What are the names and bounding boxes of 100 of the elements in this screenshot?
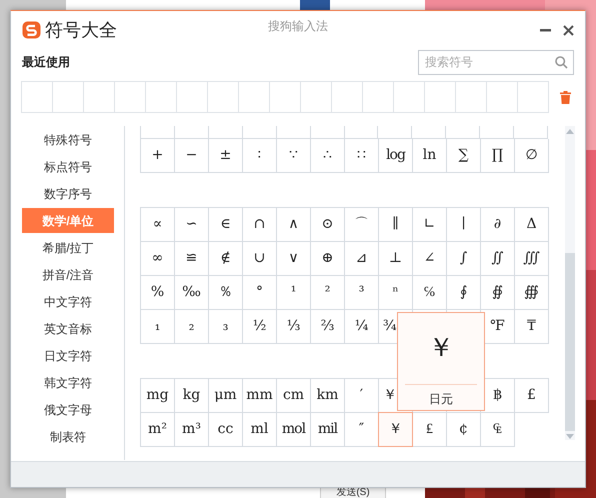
recent-slot[interactable] — [518, 82, 549, 113]
symbol-cell[interactable]: ½ — [243, 310, 277, 344]
category-item[interactable]: 标点符号 — [22, 154, 114, 179]
symbol-cell[interactable]: ⌒ — [345, 208, 379, 242]
symbol-cell[interactable]: m³ — [175, 413, 209, 447]
symbol-cell[interactable]: ≌ — [175, 242, 209, 276]
symbol-cell[interactable]: ∯ — [481, 276, 515, 310]
symbol-cell[interactable]: ∉ — [209, 242, 243, 276]
symbol-cell[interactable]: ∅ — [515, 139, 549, 173]
symbol-cell[interactable]: ∧ — [277, 208, 311, 242]
symbol-cell[interactable]: ⊿ — [345, 242, 379, 276]
recent-slot[interactable] — [84, 82, 115, 113]
recent-slot[interactable] — [53, 82, 84, 113]
scroll-thumb[interactable] — [565, 253, 575, 431]
recent-slot[interactable] — [22, 82, 53, 113]
symbol-cell[interactable]: ∟ — [413, 208, 447, 242]
symbol-cell[interactable]: ′ — [345, 379, 379, 413]
recent-slot[interactable] — [177, 82, 208, 113]
search-icon[interactable] — [555, 56, 568, 68]
symbol-cell[interactable]: ⊥ — [379, 242, 413, 276]
trash-icon[interactable] — [560, 90, 571, 104]
symbol-cell[interactable]: ⅔ — [311, 310, 345, 344]
symbol-cell[interactable]: ⊕ — [311, 242, 345, 276]
symbol-cell[interactable]: ml — [243, 413, 277, 447]
recent-slot[interactable] — [425, 82, 456, 113]
recent-slot[interactable] — [208, 82, 239, 113]
minimize-icon[interactable] — [540, 28, 551, 32]
symbol-cell[interactable]: ² — [311, 276, 345, 310]
category-item[interactable]: 特殊符号 — [22, 127, 114, 152]
recent-slot[interactable] — [456, 82, 487, 113]
symbol-cell[interactable]: μm — [209, 379, 243, 413]
symbol-cell[interactable]: km — [311, 379, 345, 413]
symbol-cell[interactable]: ₤ — [413, 413, 447, 447]
symbol-cell[interactable]: ¢ — [447, 413, 481, 447]
recent-slot[interactable] — [270, 82, 301, 113]
symbol-cell[interactable]: ￥ — [378, 412, 413, 447]
symbol-cell[interactable]: ∶ — [243, 139, 277, 173]
symbol-cell[interactable]: ∷ — [345, 139, 379, 173]
symbol-cell[interactable]: ¼ — [345, 310, 379, 344]
symbol-cell[interactable]: ∬ — [481, 242, 515, 276]
category-item[interactable]: 希腊/拉丁 — [22, 235, 114, 260]
symbol-cell[interactable]: mg — [141, 379, 175, 413]
recent-slot[interactable] — [394, 82, 425, 113]
symbol-cell[interactable]: ⁿ — [379, 276, 413, 310]
symbol-cell[interactable]: mil — [311, 413, 345, 447]
symbol-cell[interactable]: ∨ — [277, 242, 311, 276]
symbol-cell[interactable]: ∴ — [311, 139, 345, 173]
symbol-cell[interactable]: ∑ — [447, 139, 481, 173]
symbol-cell[interactable]: ⅓ — [277, 310, 311, 344]
category-item[interactable]: 俄文字母 — [22, 397, 114, 422]
category-item[interactable]: 日文字符 — [22, 343, 114, 368]
category-item[interactable]: 制表符 — [22, 424, 114, 449]
symbol-cell[interactable]: ₁ — [141, 310, 175, 344]
symbol-cell[interactable]: ³ — [345, 276, 379, 310]
search-field[interactable]: 搜索符号 — [418, 50, 574, 74]
symbol-cell[interactable]: mol — [277, 413, 311, 447]
symbol-cell[interactable]: £ — [515, 379, 549, 413]
symbol-cell[interactable]: ∵ — [277, 139, 311, 173]
symbol-cell[interactable]: ₂ — [175, 310, 209, 344]
symbol-cell[interactable]: ‰ — [175, 276, 209, 310]
symbol-cell[interactable]: ℅ — [413, 276, 447, 310]
category-item[interactable]: 英文音标 — [22, 316, 114, 341]
symbol-cell[interactable]: ∣ — [447, 208, 481, 242]
symbol-cell[interactable]: ∮ — [447, 276, 481, 310]
symbol-cell[interactable]: ∂ — [481, 208, 515, 242]
symbol-cell[interactable]: % — [141, 276, 175, 310]
symbol-cell[interactable]: ∝ — [141, 208, 175, 242]
symbol-cell[interactable]: kg — [175, 379, 209, 413]
symbol-cell[interactable]: ± — [209, 139, 243, 173]
symbol-cell[interactable]: ∞ — [141, 242, 175, 276]
recent-slot[interactable] — [301, 82, 332, 113]
symbol-cell[interactable]: ∫ — [447, 242, 481, 276]
symbol-cell[interactable]: Δ — [515, 208, 549, 242]
symbol-cell[interactable]: ⊙ — [311, 208, 345, 242]
symbol-cell[interactable]: ∈ — [209, 208, 243, 242]
symbol-cell[interactable]: ₸ — [515, 310, 549, 344]
symbol-cell[interactable]: cc — [209, 413, 243, 447]
symbol-cell[interactable]: log — [379, 139, 413, 173]
symbol-cell[interactable]: ¹ — [277, 276, 311, 310]
symbol-cell[interactable]: + — [141, 139, 175, 173]
symbol-cell[interactable]: ∥ — [379, 208, 413, 242]
scroll-down-icon[interactable] — [566, 434, 574, 439]
recent-slot[interactable] — [363, 82, 394, 113]
symbol-cell[interactable]: ∠ — [413, 242, 447, 276]
symbol-cell[interactable]: ln — [413, 139, 447, 173]
close-icon[interactable] — [563, 24, 574, 36]
symbol-cell[interactable]: ∽ — [175, 208, 209, 242]
symbol-cell[interactable]: ∩ — [243, 208, 277, 242]
symbol-cell[interactable]: ° — [243, 276, 277, 310]
category-item[interactable]: 数字序号 — [22, 181, 114, 206]
symbol-cell[interactable]: ∪ — [243, 242, 277, 276]
symbol-cell[interactable]: ₃ — [209, 310, 243, 344]
scrollbar[interactable] — [565, 126, 575, 440]
symbol-cell[interactable]: ∏ — [481, 139, 515, 173]
recent-slot[interactable] — [332, 82, 363, 113]
recent-slot[interactable] — [146, 82, 177, 113]
recent-slot[interactable] — [487, 82, 518, 113]
symbol-cell[interactable]: cm — [277, 379, 311, 413]
symbol-cell[interactable]: − — [175, 139, 209, 173]
category-item[interactable]: 拼音/注音 — [22, 262, 114, 287]
